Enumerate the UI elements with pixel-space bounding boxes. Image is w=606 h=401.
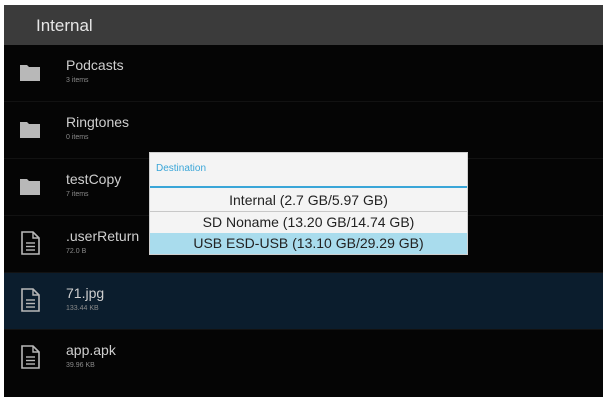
app-header: Internal <box>4 5 603 45</box>
file-browser-screen: Internal Podcasts 3 items Ringtones 0 it… <box>4 5 603 397</box>
file-meta: 7 items <box>66 191 89 198</box>
document-icon <box>21 288 40 312</box>
file-meta: 0 items <box>66 134 89 141</box>
file-row-podcasts[interactable]: Podcasts 3 items <box>4 45 603 101</box>
destination-option-internal[interactable]: Internal (2.7 GB/5.97 GB) <box>150 190 467 211</box>
dialog-title: Destination <box>156 163 207 174</box>
file-name: Ringtones <box>66 114 130 130</box>
file-row-ringtones[interactable]: Ringtones 0 items <box>4 102 603 158</box>
folder-icon <box>20 179 40 195</box>
destination-option-usb[interactable]: USB ESD-USB (13.10 GB/29.29 GB) <box>150 233 467 254</box>
location-title: Internal <box>36 16 93 35</box>
folder-icon <box>20 122 40 138</box>
file-name: testCopy <box>66 171 122 187</box>
file-meta: 72.0 B <box>66 248 87 255</box>
file-meta: 133.44 KB <box>66 305 99 312</box>
document-icon <box>21 345 40 369</box>
dialog-title-divider <box>150 186 467 188</box>
file-row-71-jpg[interactable]: 71.jpg 133.44 KB <box>4 273 603 329</box>
destination-dialog: Destination Internal (2.7 GB/5.97 GB) SD… <box>150 153 467 254</box>
file-meta: 39.96 KB <box>66 362 95 369</box>
document-icon <box>21 231 40 255</box>
file-row-app-apk[interactable]: app.apk 39.96 KB <box>4 330 603 386</box>
file-name: app.apk <box>66 342 116 358</box>
file-name: .userReturn <box>66 228 140 244</box>
file-name: Podcasts <box>66 57 124 73</box>
folder-icon <box>20 65 40 81</box>
file-name: 71.jpg <box>66 285 105 301</box>
destination-option-sd[interactable]: SD Noname (13.20 GB/14.74 GB) <box>150 212 467 233</box>
file-meta: 3 items <box>66 77 89 84</box>
